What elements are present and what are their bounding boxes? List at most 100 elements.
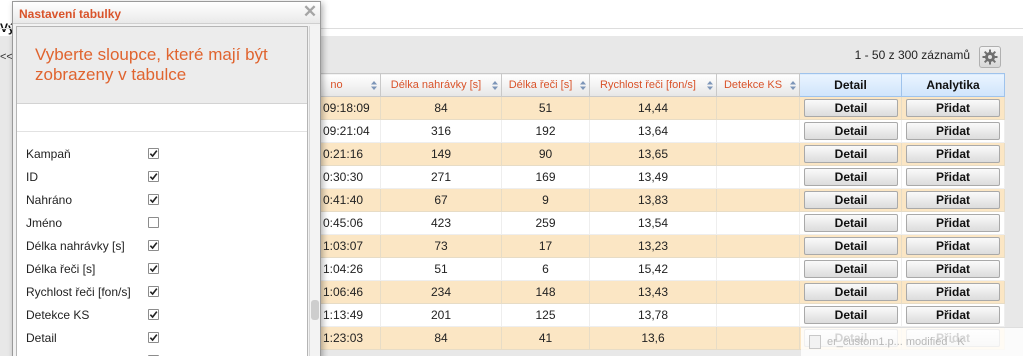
table-cell-recording-length: 423 [380,211,502,235]
table-cell-ks-detection [716,280,800,304]
detail-button[interactable]: Detail [804,214,898,232]
detail-button[interactable]: Detail [804,99,898,117]
table-cell-speech-length: 90 [501,142,590,166]
column-option-label: Délka řeči [s] [26,262,96,276]
table-cell-speech-rate: 13,64 [589,119,717,143]
column-option-checkbox[interactable] [148,240,159,251]
table-cell-speech-rate: 13,54 [589,211,717,235]
table-cell-recording-length: 271 [380,165,502,189]
detail-button[interactable]: Detail [804,122,898,140]
column-header-label: Detail [834,78,867,92]
column-option-checkbox[interactable] [148,148,159,159]
column-option-checkbox[interactable] [148,309,159,320]
add-button[interactable]: Přidat [906,168,1000,186]
table-cell-speech-length: 41 [501,326,590,350]
detail-button[interactable]: Detail [804,283,898,301]
table-cell-speech-length: 9 [501,188,590,212]
table-cell-detail: Detail [799,96,902,120]
table-cell-recording-length: 73 [380,234,502,258]
add-button[interactable]: Přidat [906,145,1000,163]
table-cell-recording-length: 234 [380,280,502,304]
table-cell-analytics: Přidat [901,257,1005,281]
table-row[interactable]: 0:41:40 67 9 13,83 Detail Přidat [302,188,1005,212]
table-row[interactable]: 1:13:49 201 125 13,78 Detail Přidat [302,303,1005,327]
column-option-checkbox[interactable] [148,263,159,274]
table-row[interactable]: 09:18:09 84 51 14,44 Detail Přidat [302,96,1005,120]
add-button[interactable]: Přidat [906,306,1000,324]
detail-button[interactable]: Detail [804,260,898,278]
table-cell-analytics: Přidat [901,211,1005,235]
checkmark-icon [149,173,158,181]
column-option: ID [17,165,307,188]
column-option-checkbox[interactable] [148,332,159,343]
column-header-label: no [330,79,343,91]
table-cell-speech-length: 169 [501,165,590,189]
column-option-checkbox[interactable] [148,194,159,205]
table-row[interactable]: 09:21:04 316 192 13,64 Detail Přidat [302,119,1005,143]
table-row[interactable]: 1:03:07 73 17 13,23 Detail Přidat [302,234,1005,258]
dialog-scrollbar[interactable] [309,26,320,356]
table-cell-detail: Detail [799,211,902,235]
checkmark-icon [149,196,158,204]
table-row[interactable]: 1:04:26 51 6 15,42 Detail Přidat [302,257,1005,281]
detail-button[interactable]: Detail [804,237,898,255]
column-option-checkbox[interactable] [148,217,159,228]
table-cell-speech-length: 6 [501,257,590,281]
checkmark-icon [149,265,158,273]
taskbar-window-item[interactable]: er_custom1.p... modified - K [801,327,1023,356]
detail-button[interactable]: Detail [804,306,898,324]
table-cell-speech-rate: 13,49 [589,165,717,189]
add-button[interactable]: Přidat [906,260,1000,278]
column-header-label: Analytika [926,78,980,92]
column-option-label: ID [26,170,38,184]
sort-arrows-icon [707,81,713,90]
detail-button[interactable]: Detail [804,168,898,186]
add-button[interactable]: Přidat [906,283,1000,301]
add-button[interactable]: Přidat [906,99,1000,117]
table-cell-analytics: Přidat [901,303,1005,327]
checkmark-icon [149,150,158,158]
table-cell-ks-detection [716,303,800,327]
sort-arrows-icon [580,81,586,90]
table-cell-analytics: Přidat [901,96,1005,120]
add-button[interactable]: Přidat [906,122,1000,140]
table-cell-analytics: Přidat [901,234,1005,258]
table-settings-button[interactable] [979,46,1001,68]
detail-button[interactable]: Detail [804,191,898,209]
column-header[interactable]: Rychlost řeči [fon/s] [589,73,717,97]
add-button[interactable]: Přidat [906,214,1000,232]
column-option: Nahráno [17,188,307,211]
column-option-checkbox[interactable] [148,286,159,297]
column-header[interactable]: Detekce KS [716,73,800,97]
column-header-label: Detekce KS [723,79,783,91]
dialog-titlebar[interactable]: Nastavení tabulky ✕ [13,2,320,24]
close-icon[interactable]: ✕ [302,3,318,20]
table-body: 09:18:09 84 51 14,44 Detail Přidat 09:21:04 316… [302,96,1005,350]
column-option: Délka řeči [s] [17,257,307,280]
column-option-checkbox[interactable] [148,171,159,182]
checkmark-icon [149,334,158,342]
dialog-heading: Vyberte sloupce, které mají být zobrazen… [35,45,268,84]
app-window: Výs << 1 - 50 z 300 záznamů noDélka nah [0,0,1023,356]
table-row[interactable]: 0:21:16 149 90 13,65 Detail Přidat [302,142,1005,166]
add-button[interactable]: Přidat [906,237,1000,255]
column-header[interactable]: Délka řeči [s] [501,73,590,97]
checkmark-icon [149,242,158,250]
table-row[interactable]: 0:45:06 423 259 13,54 Detail Přidat [302,211,1005,235]
column-header[interactable]: Délka nahrávky [s] [380,73,502,97]
table-cell-detail: Detail [799,234,902,258]
dialog-content: Vyberte sloupce, které mají být zobrazen… [16,26,308,356]
table-row[interactable]: 0:30:30 271 169 13,49 Detail Přidat [302,165,1005,189]
column-option-label: Rychlost řeči [fon/s] [26,285,131,299]
table-cell-speech-rate: 13,23 [589,234,717,258]
column-option-label: Detail [26,331,57,345]
taskbar-window-title: er_custom1.p... modified - K [827,336,965,348]
column-option: Jméno [17,211,307,234]
add-button[interactable]: Přidat [906,191,1000,209]
detail-button[interactable]: Detail [804,145,898,163]
dialog-scrollbar-thumb[interactable] [311,300,319,320]
pager-first-link[interactable]: << [0,51,13,63]
table-settings-dialog: Nastavení tabulky ✕ Vyberte sloupce, kte… [12,1,321,356]
table-cell-recording-length: 84 [380,326,502,350]
table-row[interactable]: 1:06:46 234 148 13,43 Detail Přidat [302,280,1005,304]
